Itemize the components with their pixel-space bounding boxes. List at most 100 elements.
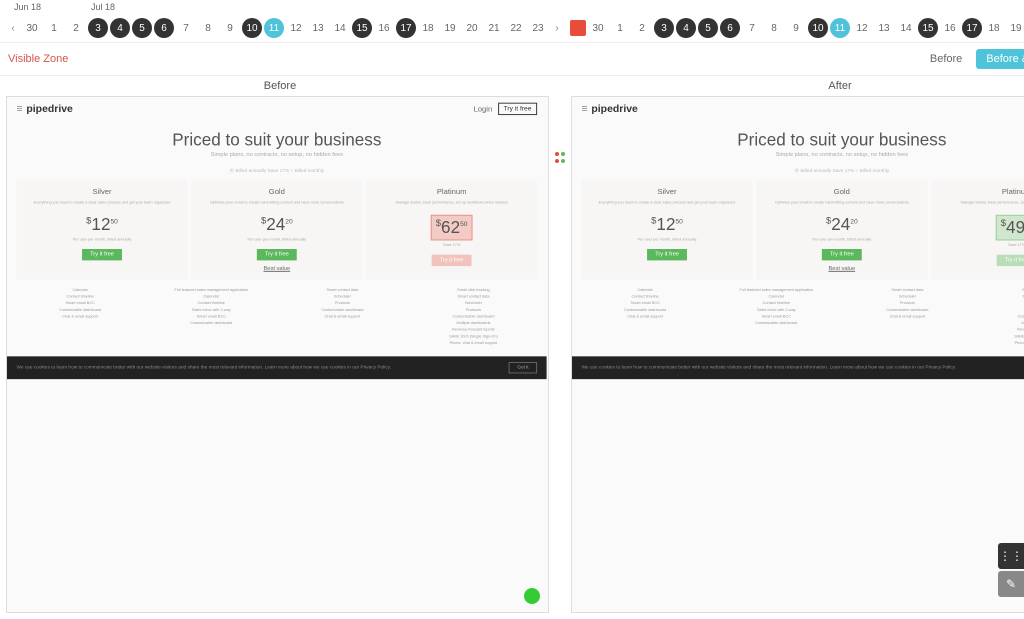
- plan-sub: Per user per month, billed annually: [20, 237, 183, 242]
- try-free-button[interactable]: Try it free: [498, 103, 537, 115]
- page-headline: Priced to suit your business: [7, 130, 547, 150]
- month-start: Jun 18: [14, 2, 41, 12]
- page-subhead: Simple plans, no contracts, no setup, no…: [7, 152, 547, 158]
- hamburger-icon[interactable]: ≡: [17, 103, 23, 114]
- mode-before[interactable]: Before: [920, 49, 972, 69]
- tool-edit-icon[interactable]: ✎: [998, 571, 1024, 597]
- plan-name: Silver: [585, 187, 748, 196]
- plan-price: $1250: [585, 215, 748, 235]
- plan-cta[interactable]: Try it free: [432, 255, 471, 266]
- plan-sub: Per user per month, billed annually: [760, 237, 923, 242]
- billing-toggle[interactable]: ⦿ Billed annually Save 17% ○ Billed mont…: [572, 167, 1024, 174]
- hamburger-icon[interactable]: ≡: [582, 103, 588, 114]
- day-19[interactable]: 19: [440, 18, 460, 38]
- date-strip: ‹ 30123456789101112131415161718192021222…: [0, 14, 1024, 42]
- day-10[interactable]: 10: [808, 18, 828, 38]
- day-16[interactable]: 16: [374, 18, 394, 38]
- day-7[interactable]: 7: [742, 18, 762, 38]
- plan-desc: Manage teams, track performance, set up …: [935, 200, 1024, 210]
- day-22[interactable]: 22: [506, 18, 526, 38]
- day-6[interactable]: 6: [154, 18, 174, 38]
- feature-columns: CalendarContact timelineSmart email BCCC…: [572, 279, 1024, 352]
- plan-silver: Silver Everything you need to create a c…: [582, 180, 753, 280]
- day-15[interactable]: 15: [918, 18, 938, 38]
- visible-zone-tab[interactable]: Visible Zone: [8, 53, 68, 65]
- day-17[interactable]: 17: [962, 18, 982, 38]
- day-7[interactable]: 7: [176, 18, 196, 38]
- plan-sub: Save 17%: [370, 242, 533, 247]
- day-4[interactable]: 4: [676, 18, 696, 38]
- day-12[interactable]: 12: [852, 18, 872, 38]
- cookie-banner: We use cookies to learn how to communica…: [572, 356, 1024, 379]
- day-18[interactable]: 18: [418, 18, 438, 38]
- diff-divider: [553, 96, 567, 613]
- day-11[interactable]: 11: [830, 18, 850, 38]
- day-8[interactable]: 8: [198, 18, 218, 38]
- plan-name: Platinum: [370, 187, 533, 196]
- pane-after: ≡ pipedrive Login Try it free Priced to …: [571, 96, 1024, 613]
- day-5[interactable]: 5: [132, 18, 152, 38]
- plan-cta[interactable]: Try it free: [822, 249, 861, 260]
- day-30[interactable]: 30: [22, 18, 42, 38]
- plan-price: $6250: [431, 215, 472, 241]
- plan-cta[interactable]: Try it free: [997, 255, 1024, 266]
- day-2[interactable]: 2: [632, 18, 652, 38]
- plan-price: $2420: [760, 215, 923, 235]
- day-5[interactable]: 5: [698, 18, 718, 38]
- page-subhead: Simple plans, no contracts, no setup, no…: [572, 152, 1024, 158]
- day-12[interactable]: 12: [286, 18, 306, 38]
- cookie-banner: We use cookies to learn how to communica…: [7, 356, 547, 379]
- page-headline: Priced to suit your business: [572, 130, 1024, 150]
- plan-desc: Manage teams, track performance, set up …: [370, 200, 533, 210]
- feature-columns: CalendarContact timelineSmart email BCCC…: [7, 279, 547, 352]
- day-17[interactable]: 17: [396, 18, 416, 38]
- day-9[interactable]: 9: [786, 18, 806, 38]
- day-13[interactable]: 13: [308, 18, 328, 38]
- day-4[interactable]: 4: [110, 18, 130, 38]
- plan-cta[interactable]: Try it free: [647, 249, 686, 260]
- day-1[interactable]: 1: [44, 18, 64, 38]
- plan-name: Gold: [195, 187, 358, 196]
- day-1[interactable]: 1: [610, 18, 630, 38]
- cookie-gotit[interactable]: Got it: [509, 362, 537, 373]
- day-19[interactable]: 19: [1006, 18, 1024, 38]
- day-16[interactable]: 16: [940, 18, 960, 38]
- tool-grid-icon[interactable]: ⋮⋮: [998, 543, 1024, 569]
- day-10[interactable]: 10: [242, 18, 262, 38]
- plan-cta[interactable]: Try it free: [257, 249, 296, 260]
- best-value-label: Best value: [195, 266, 358, 272]
- day-2[interactable]: 2: [66, 18, 86, 38]
- col-before-label: Before: [0, 80, 560, 92]
- mode-both[interactable]: Before & After: [976, 49, 1024, 69]
- billing-toggle[interactable]: ⦿ Billed annually Save 17% ○ Billed mont…: [7, 167, 547, 174]
- plan-sub: Save 17%: [935, 242, 1024, 247]
- calendar-icon[interactable]: [570, 20, 586, 36]
- day-8[interactable]: 8: [764, 18, 784, 38]
- day-14[interactable]: 14: [330, 18, 350, 38]
- date-next[interactable]: ›: [550, 21, 564, 35]
- day-14[interactable]: 14: [896, 18, 916, 38]
- day-15[interactable]: 15: [352, 18, 372, 38]
- best-value-label: Best value: [760, 266, 923, 272]
- plan-name: Platinum: [935, 187, 1024, 196]
- day-20[interactable]: 20: [462, 18, 482, 38]
- day-30[interactable]: 30: [588, 18, 608, 38]
- month-end: Jul 18: [91, 2, 115, 12]
- day-11[interactable]: 11: [264, 18, 284, 38]
- day-6[interactable]: 6: [720, 18, 740, 38]
- day-18[interactable]: 18: [984, 18, 1004, 38]
- plan-desc: Optimize your email to create hard-hitti…: [195, 200, 358, 210]
- plan-silver: Silver Everything you need to create a c…: [17, 180, 188, 280]
- day-13[interactable]: 13: [874, 18, 894, 38]
- day-21[interactable]: 21: [484, 18, 504, 38]
- day-9[interactable]: 9: [220, 18, 240, 38]
- plan-desc: Everything you need to create a clear sa…: [585, 200, 748, 210]
- day-3[interactable]: 3: [88, 18, 108, 38]
- day-3[interactable]: 3: [654, 18, 674, 38]
- day-23[interactable]: 23: [528, 18, 548, 38]
- date-prev[interactable]: ‹: [6, 21, 20, 35]
- login-link[interactable]: Login: [474, 105, 493, 114]
- plan-cta[interactable]: Try it free: [82, 249, 121, 260]
- plan-name: Silver: [20, 187, 183, 196]
- pane-before: ≡ pipedrive Login Try it free Priced to …: [6, 96, 549, 613]
